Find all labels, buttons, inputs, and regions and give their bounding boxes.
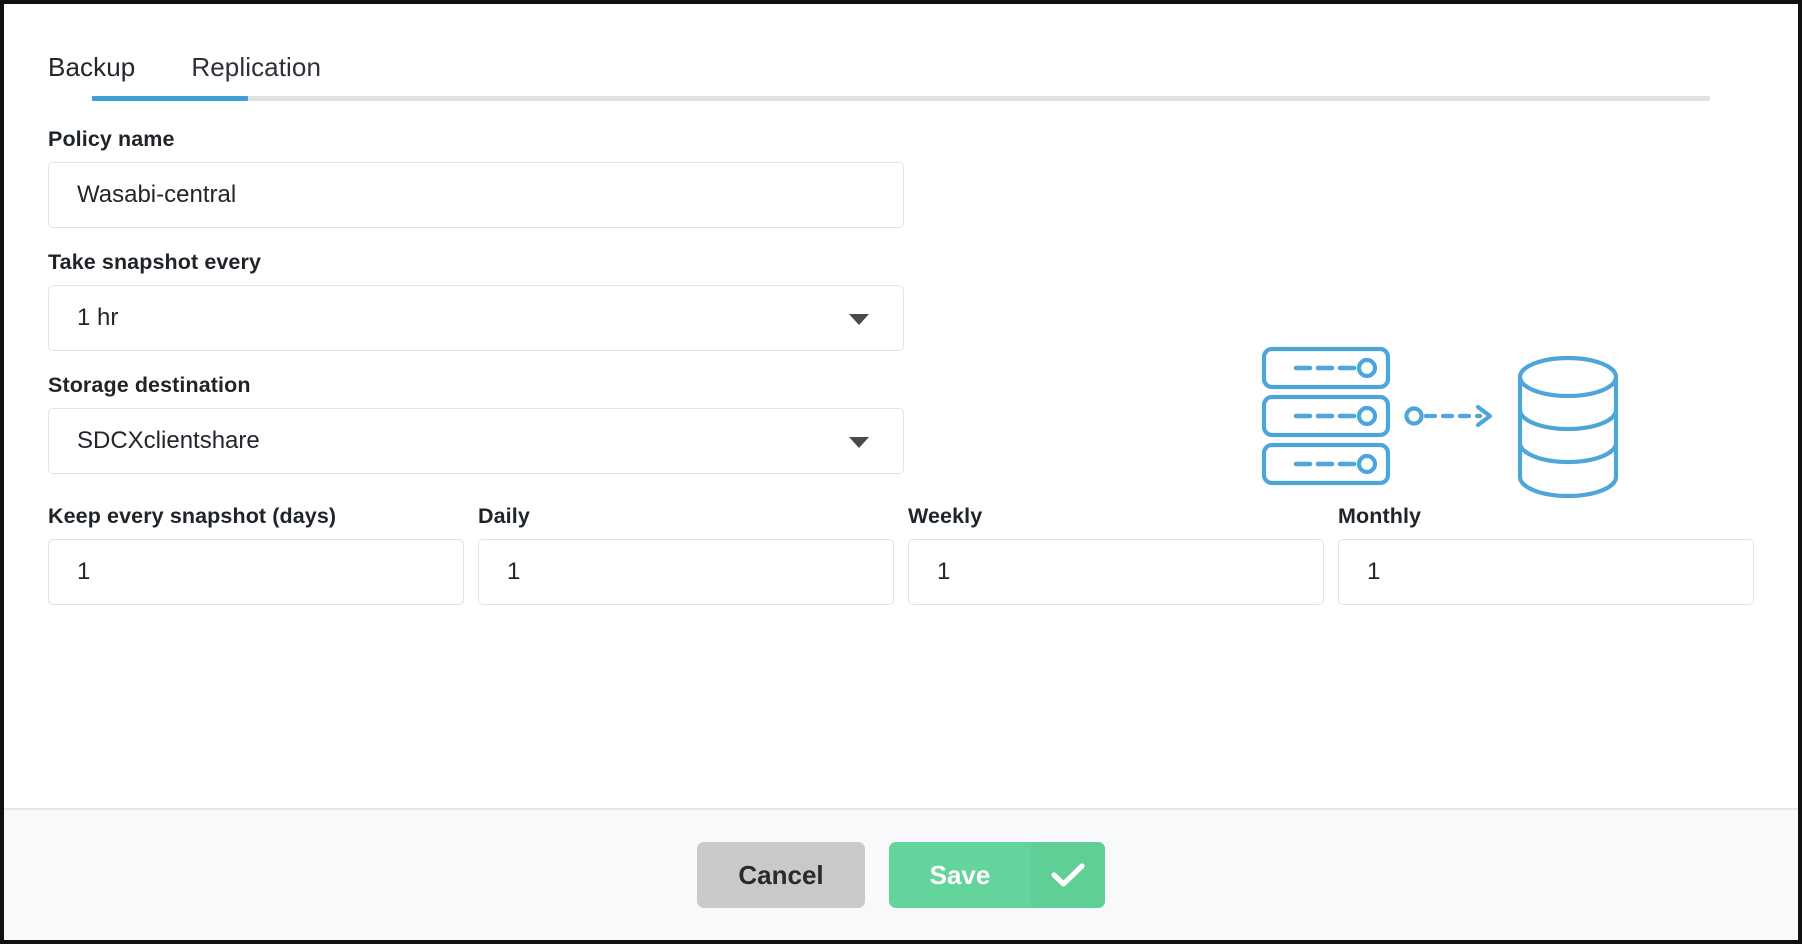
retention-weekly: Weekly 1 bbox=[908, 504, 1324, 605]
storage-destination-group: Storage destination SDCXclientshare bbox=[48, 373, 1754, 474]
storage-destination-select[interactable]: SDCXclientshare bbox=[48, 408, 904, 474]
snapshot-interval-value: 1 hr bbox=[77, 304, 119, 331]
retention-input[interactable]: 1 bbox=[478, 539, 894, 605]
policy-name-label: Policy name bbox=[48, 127, 175, 151]
cancel-button[interactable]: Cancel bbox=[697, 842, 865, 908]
tab-backup[interactable]: Backup bbox=[48, 54, 135, 96]
snapshot-interval-select[interactable]: 1 hr bbox=[48, 285, 904, 351]
retention-keep-every-snapshot: Keep every snapshot (days) 1 bbox=[48, 504, 464, 605]
dialog-body: Policy name Wasabi-central Take snapshot… bbox=[4, 101, 1798, 808]
snapshot-interval-group: Take snapshot every 1 hr bbox=[48, 250, 1754, 351]
retention-label: Keep every snapshot (days) bbox=[48, 504, 337, 528]
policy-name-group: Policy name Wasabi-central bbox=[48, 127, 1754, 228]
tab-list: Backup Replication bbox=[48, 4, 1754, 96]
tab-replication[interactable]: Replication bbox=[191, 54, 321, 96]
chevron-down-icon bbox=[849, 437, 869, 448]
retention-input[interactable]: 1 bbox=[908, 539, 1324, 605]
retention-label: Daily bbox=[478, 504, 530, 528]
retention-input[interactable]: 1 bbox=[1338, 539, 1754, 605]
chevron-down-icon bbox=[849, 314, 869, 325]
check-icon bbox=[1031, 842, 1105, 908]
retention-label: Weekly bbox=[908, 504, 983, 528]
retention-label: Monthly bbox=[1338, 504, 1422, 528]
tab-bar: Backup Replication bbox=[4, 4, 1798, 101]
retention-daily: Daily 1 bbox=[478, 504, 894, 605]
retention-input[interactable]: 1 bbox=[48, 539, 464, 605]
dialog-footer: Cancel Save bbox=[4, 808, 1798, 940]
save-button[interactable]: Save bbox=[889, 842, 1105, 908]
retention-row: Keep every snapshot (days) 1 Daily 1 Wee… bbox=[48, 504, 1754, 605]
policy-name-input[interactable]: Wasabi-central bbox=[48, 162, 904, 228]
save-button-label: Save bbox=[929, 859, 991, 890]
backup-policy-dialog: Backup Replication Policy name Wasabi-ce… bbox=[0, 0, 1802, 944]
storage-destination-value: SDCXclientshare bbox=[77, 427, 260, 454]
snapshot-interval-label: Take snapshot every bbox=[48, 250, 262, 274]
retention-monthly: Monthly 1 bbox=[1338, 504, 1754, 605]
storage-destination-label: Storage destination bbox=[48, 373, 251, 397]
